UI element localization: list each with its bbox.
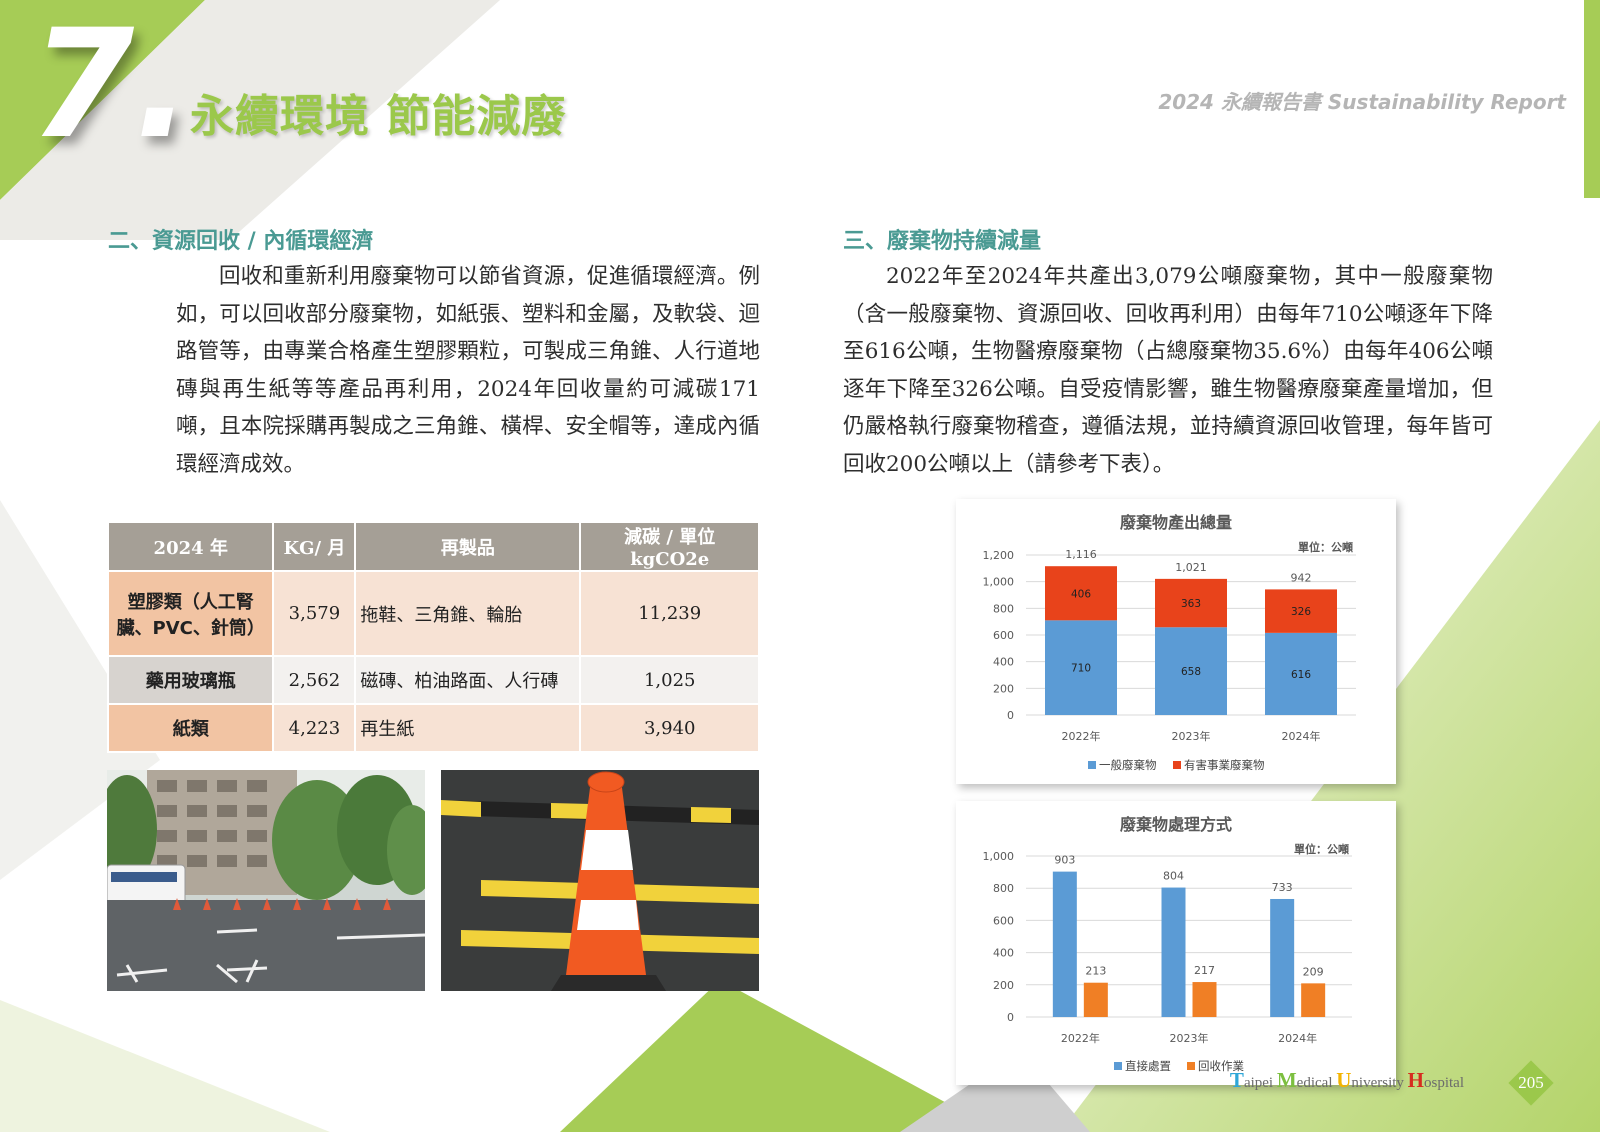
hospital-word: edical xyxy=(1296,1075,1337,1091)
y-tick-label: 400 xyxy=(993,947,1014,960)
table-row: 藥用玻璃瓶 2,562 磁磚、柏油路面、人行磚 1,025 xyxy=(106,655,760,705)
chart-title: 廢棄物產出總量 xyxy=(1120,513,1232,532)
recycling-table: 2024 年 KG/ 月 再製品 減碳 / 單位 kgCO2e 塑膠類（人工腎臟… xyxy=(106,521,760,753)
data-label: 217 xyxy=(1194,964,1215,977)
legend-label: 直接處置 xyxy=(1125,1059,1171,1073)
y-tick-label: 200 xyxy=(993,682,1014,695)
total-label: 1,021 xyxy=(1175,561,1207,574)
bar xyxy=(1161,887,1186,1017)
waste-output-chart: 廢棄物產出總量單位：公噸 0 200 400 600 800 1,000 1,200 2022年… xyxy=(956,499,1396,784)
waste-output-chart-svg: 廢棄物產出總量單位：公噸 0 200 400 600 800 1,000 1,200 2022年… xyxy=(983,513,1356,772)
table-cell-category: 塑膠類（人工腎臟、PVC、針筒） xyxy=(106,570,275,657)
section-heading-recycling: 二、資源回收 / 內循環經濟 xyxy=(108,229,374,254)
legend-swatch xyxy=(1173,761,1181,769)
table-header: KG/ 月 xyxy=(272,521,357,572)
bar xyxy=(1270,898,1295,1017)
data-label: 406 xyxy=(1071,588,1091,600)
table-cell-reduction: 3,940 xyxy=(579,703,760,753)
bar xyxy=(1301,983,1326,1017)
table-cell-kg: 4,223 xyxy=(272,703,357,753)
table-row: 塑膠類（人工腎臟、PVC、針筒） 3,579 拖鞋、三角錐、輪胎 11,239 xyxy=(106,570,760,657)
y-tick-label: 600 xyxy=(993,629,1014,642)
x-tick-label: 2022年 xyxy=(1061,1031,1100,1045)
x-tick-label: 2022年 xyxy=(1062,729,1101,743)
data-label: 903 xyxy=(1054,854,1075,867)
street-photo xyxy=(107,770,425,991)
waste-treatment-chart-svg: 廢棄物處理方式單位：公噸 0 200 400 600 800 1,000 2022年 903 21… xyxy=(983,815,1352,1073)
table-cell-reduction: 1,025 xyxy=(579,655,760,705)
table-cell-product: 磁磚、柏油路面、人行磚 xyxy=(354,655,582,705)
hospital-cap: H xyxy=(1407,1068,1424,1092)
hospital-cap: T xyxy=(1229,1068,1244,1092)
data-label: 710 xyxy=(1071,663,1091,675)
table-cell-product: 再生紙 xyxy=(354,703,582,753)
data-label: 213 xyxy=(1085,965,1106,978)
y-tick-label: 1,000 xyxy=(983,850,1015,863)
total-label: 942 xyxy=(1291,571,1312,584)
chart-title: 廢棄物處理方式 xyxy=(1120,815,1232,834)
report-tag: 2024 永續報告書 Sustainability Report xyxy=(1158,90,1566,114)
table-cell-category: 藥用玻璃瓶 xyxy=(106,655,275,705)
data-label: 326 xyxy=(1291,606,1311,618)
y-tick-label: 200 xyxy=(993,979,1014,992)
data-label: 209 xyxy=(1303,965,1324,978)
table-cell-reduction: 11,239 xyxy=(579,570,760,657)
waste-reduction-paragraph: 2022年至2024年共產出3,079公噸廢棄物，其中一般廢棄物（含一般廢棄物、… xyxy=(843,264,1493,477)
section-heading-waste-reduction: 三、廢棄物持續減量 xyxy=(843,229,1042,254)
y-tick-label: 1,000 xyxy=(983,576,1015,589)
table-cell-kg: 2,562 xyxy=(272,655,357,705)
legend-swatch xyxy=(1187,1062,1195,1070)
legend-label: 一般廢棄物 xyxy=(1099,758,1157,772)
table-header-row: 2024 年 KG/ 月 再製品 減碳 / 單位 kgCO2e xyxy=(106,521,760,572)
chapter-number: 7. xyxy=(30,0,192,172)
x-tick-label: 2023年 xyxy=(1172,729,1211,743)
table-header: 2024 年 xyxy=(106,521,275,572)
y-tick-label: 400 xyxy=(993,656,1014,669)
bar xyxy=(1052,871,1077,1017)
table-cell-product: 拖鞋、三角錐、輪胎 xyxy=(354,570,582,657)
table-cell-category: 紙類 xyxy=(106,703,275,753)
table-header: 減碳 / 單位 kgCO2e xyxy=(579,521,760,572)
table-row: 紙類 4,223 再生紙 3,940 xyxy=(106,703,760,753)
legend-label: 有害事業廢棄物 xyxy=(1184,758,1265,772)
traffic-cone-photo xyxy=(441,770,759,991)
hospital-word: ospital xyxy=(1424,1075,1464,1091)
table-cell-kg: 3,579 xyxy=(272,570,357,657)
hospital-cap: M xyxy=(1276,1068,1297,1092)
hospital-cap: U xyxy=(1336,1068,1352,1092)
x-tick-label: 2023年 xyxy=(1170,1031,1209,1045)
waste-treatment-chart: 廢棄物處理方式單位：公噸 0 200 400 600 800 1,000 2022年 903 21… xyxy=(956,801,1396,1085)
bar xyxy=(1083,982,1108,1017)
hospital-word: niversity xyxy=(1351,1075,1408,1091)
x-tick-label: 2024年 xyxy=(1278,1031,1317,1045)
page-number-text: 205 xyxy=(1518,1073,1544,1092)
table-header: 再製品 xyxy=(354,521,582,572)
legend-swatch xyxy=(1088,761,1096,769)
chapter-title: 永續環境 節能減廢 xyxy=(190,91,567,142)
legend-swatch xyxy=(1114,1062,1122,1070)
total-label: 1,116 xyxy=(1065,548,1097,561)
y-tick-label: 800 xyxy=(993,882,1014,895)
recycling-paragraph: 回收和重新利用廢棄物可以節省資源，促進循環經濟。例如，可以回收部分廢棄物，如紙張… xyxy=(176,264,760,477)
data-label: 616 xyxy=(1291,669,1311,681)
data-label: 804 xyxy=(1163,870,1184,883)
hospital-word: aipei xyxy=(1243,1075,1277,1091)
bar xyxy=(1192,982,1217,1017)
page-number: 205 xyxy=(1508,1060,1554,1106)
chart-unit-label: 單位：公噸 xyxy=(1298,540,1353,554)
y-tick-label: 0 xyxy=(1007,709,1014,722)
data-label: 658 xyxy=(1181,666,1201,678)
y-tick-label: 0 xyxy=(1007,1011,1014,1024)
data-label: 733 xyxy=(1272,881,1293,894)
data-label: 363 xyxy=(1181,598,1201,610)
y-tick-label: 1,200 xyxy=(983,549,1015,562)
y-tick-label: 600 xyxy=(993,914,1014,927)
x-tick-label: 2024年 xyxy=(1282,729,1321,743)
hospital-name: Taipei Medical University Hospital xyxy=(1230,1068,1464,1093)
y-tick-label: 800 xyxy=(993,602,1014,615)
chart-unit-label: 單位：公噸 xyxy=(1294,842,1349,856)
